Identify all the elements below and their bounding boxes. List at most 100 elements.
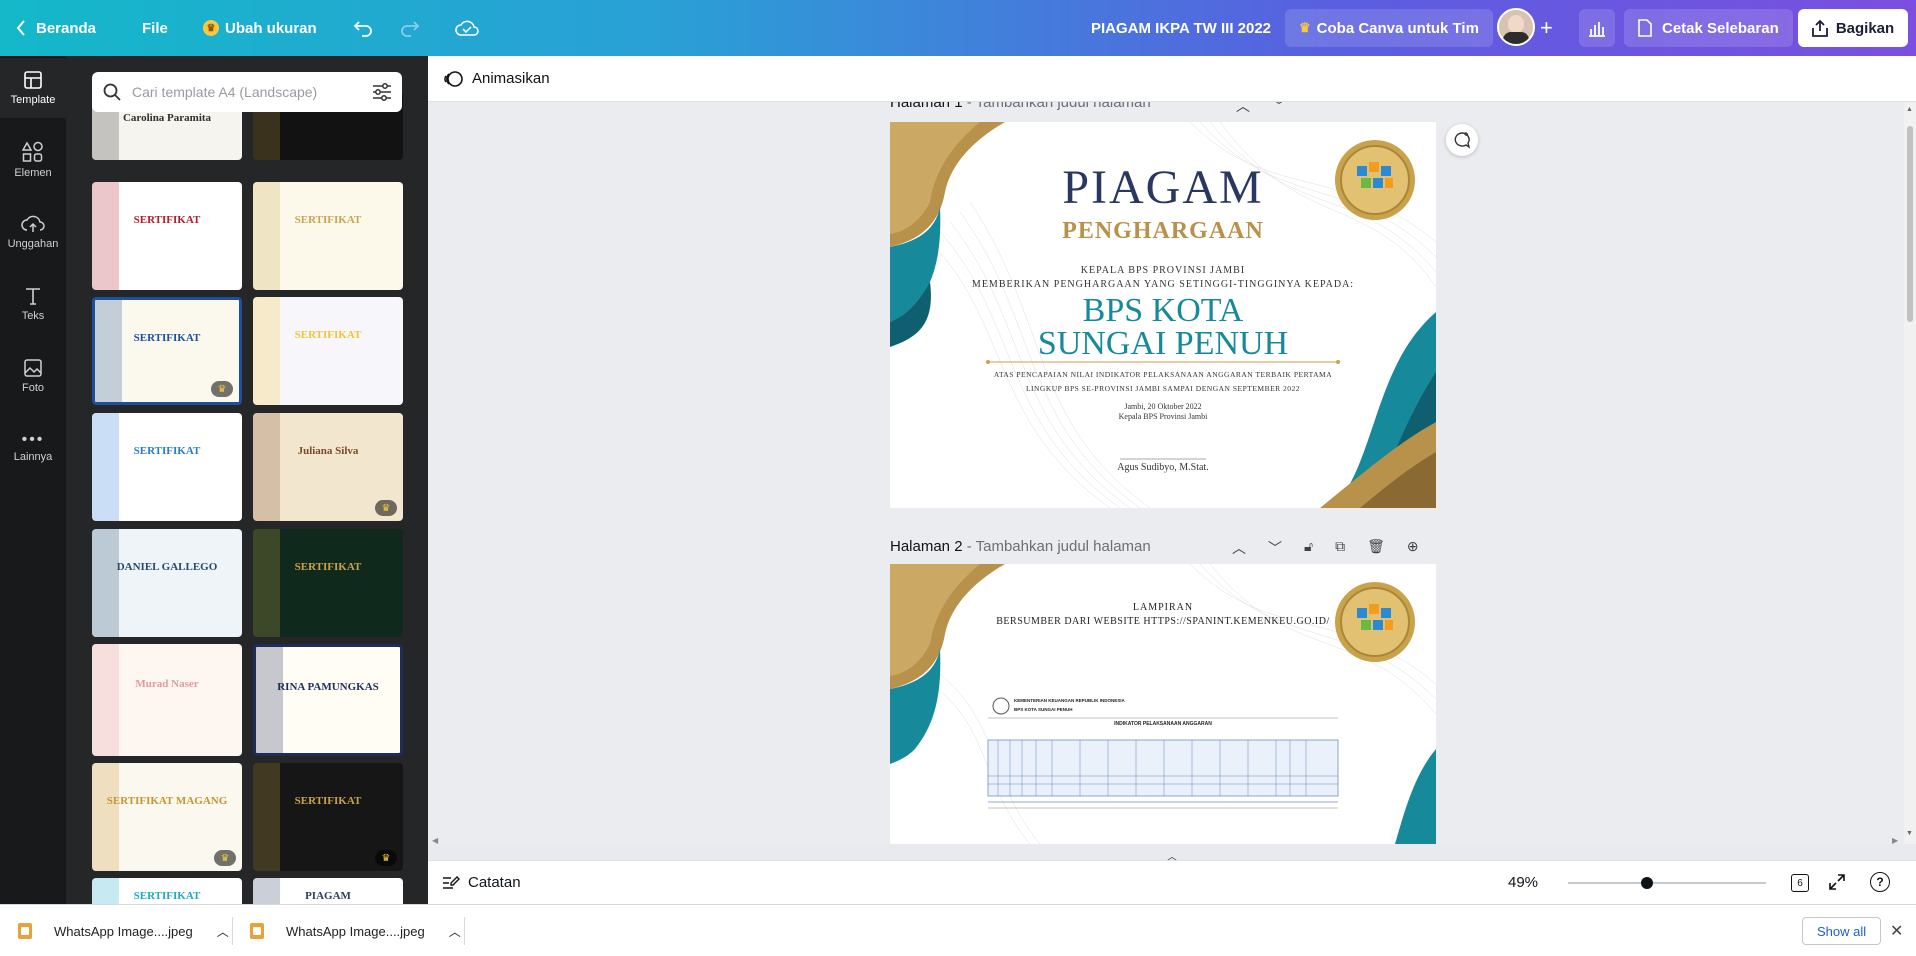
download-divider: [464, 917, 465, 945]
notes-button[interactable]: Catatan: [442, 874, 521, 891]
print-flyers-label: Cetak Selebaran: [1662, 19, 1779, 37]
editor-canvas: Halaman 1 - Tambahkan judul halaman ︿ ﹀: [428, 102, 1904, 844]
rail-item-text[interactable]: Teks: [0, 274, 66, 334]
chevron-up-icon[interactable]: ︿: [449, 923, 461, 940]
page-2-controls: ︿ ﹀ 🔓︎ ⧉ 🗑︎ ⊕: [1232, 538, 1419, 558]
template-title: SERTIFIKAT MAGANG: [106, 795, 228, 808]
zoom-slider-track[interactable]: [1568, 882, 1766, 884]
certificate-description-2: LINGKUP BPS SE-PROVINSI JAMBI SAMPAI DEN…: [1025, 384, 1301, 393]
duplicate-icon[interactable]: ⧉: [1335, 538, 1345, 558]
search-icon: [103, 83, 121, 101]
rail-item-elements[interactable]: Elemen: [0, 130, 66, 190]
template-thumbnail[interactable]: PIAGAM: [253, 878, 403, 904]
trash-icon[interactable]: 🗑︎: [1367, 538, 1385, 558]
rail-item-photos[interactable]: Foto: [0, 346, 66, 406]
print-flyers-button[interactable]: Cetak Selebaran: [1624, 9, 1793, 47]
template-accent: [253, 763, 280, 871]
template-thumbnail[interactable]: SERTIFIKAT: [92, 413, 242, 521]
zoom-slider-thumb[interactable]: [1641, 877, 1654, 889]
template-accent: [92, 644, 119, 756]
certificate-subtitle: PENGHARGAAN: [1062, 218, 1264, 244]
lock-icon[interactable]: 🔓︎: [1304, 538, 1313, 558]
help-button[interactable]: ?: [1870, 872, 1890, 892]
chevron-down-icon[interactable]: ﹀: [1272, 102, 1286, 116]
fullscreen-icon: [1829, 874, 1845, 890]
page-count-button[interactable]: 6: [1791, 874, 1809, 892]
rail-item-uploads[interactable]: Unggahan: [0, 202, 66, 262]
certificate-title: PIAGAM: [1062, 161, 1264, 214]
file-menu-button[interactable]: File: [142, 0, 168, 56]
animate-button[interactable]: Animasikan: [444, 69, 550, 89]
template-thumbnail[interactable]: DANIEL GALLEGO: [92, 529, 242, 637]
chevron-up-icon[interactable]: ︿: [217, 923, 229, 940]
add-member-button[interactable]: +: [1540, 0, 1553, 56]
undo-button[interactable]: [353, 0, 373, 56]
top-bar: Beranda File ♛ Ubah ukuran PIAGAM IKPA T…: [0, 0, 1916, 56]
fullscreen-button[interactable]: [1828, 873, 1846, 896]
resize-button[interactable]: ♛ Ubah ukuran: [203, 0, 317, 56]
file-label: File: [142, 19, 168, 37]
rail-item-label: Elemen: [14, 167, 52, 179]
cloud-upload-icon: [21, 215, 45, 232]
filter-icon[interactable]: [372, 83, 392, 101]
scroll-up-arrow[interactable]: ▲: [1906, 106, 1913, 113]
rail-item-template[interactable]: Template: [0, 58, 66, 118]
template-thumbnail[interactable]: SERTIFIKAT MAGANG ♛: [92, 763, 242, 871]
template-title: SERTIFIKAT: [133, 890, 201, 902]
template-thumbnail[interactable]: SERTIFIKAT: [92, 182, 242, 290]
add-page-icon[interactable]: ⊕: [1407, 538, 1419, 558]
chevron-up-icon[interactable]: ︿: [1236, 102, 1250, 116]
share-button[interactable]: Bagikan: [1798, 9, 1908, 47]
scrollbar-thumb[interactable]: [1907, 126, 1913, 322]
template-thumbnail[interactable]: SERTIFIKAT: [253, 182, 403, 290]
template-thumbnail[interactable]: SERTIFIKAT ♛: [92, 297, 242, 405]
template-icon: [24, 71, 42, 89]
document-title[interactable]: PIAGAM IKPA TW III 2022: [1091, 0, 1271, 56]
template-title: Juliana Silva: [297, 445, 359, 458]
chevron-down-icon[interactable]: ﹀: [1268, 538, 1282, 558]
template-thumbnail[interactable]: SERTIFIKAT: [253, 297, 403, 405]
template-thumbnail[interactable]: SERTIFIKAT: [253, 529, 403, 637]
rail-item-more[interactable]: ••• Lainnya: [0, 418, 66, 478]
template-thumbnail[interactable]: Juliana Silva ♛: [253, 413, 403, 521]
text-icon: [26, 288, 40, 305]
scroll-right-arrow[interactable]: ▶: [1892, 836, 1898, 844]
avatar-face: [1508, 15, 1524, 33]
appendix-table-title: INDIKATOR PELAKSANAAN ANGGARAN: [1114, 721, 1212, 727]
insights-button[interactable]: [1579, 9, 1615, 47]
page-2-title[interactable]: Halaman 2 - Tambahkan judul halaman: [890, 538, 1151, 555]
template-thumbnail[interactable]: SERTIFIKAT: [92, 878, 242, 904]
template-thumbnail[interactable]: Murad Naser: [92, 644, 242, 756]
show-pages-handle[interactable]: ︿: [1162, 848, 1182, 863]
scroll-left-arrow[interactable]: ◀: [432, 836, 438, 844]
redo-button[interactable]: [400, 0, 420, 56]
download-item[interactable]: WhatsApp Image....jpeg ︿: [18, 913, 229, 949]
template-panel: Carolina ParamitaSERTIFIKATSERTIFIKATSER…: [66, 56, 428, 904]
home-button[interactable]: Beranda: [16, 0, 96, 56]
template-thumbnail[interactable]: SERTIFIKAT ♛: [253, 763, 403, 871]
download-item[interactable]: WhatsApp Image....jpeg ︿: [250, 913, 461, 949]
vertical-scrollbar[interactable]: ▲ ▼: [1904, 102, 1916, 844]
template-title: RINA PAMUNGKAS: [277, 680, 379, 693]
zoom-level[interactable]: 49%: [1508, 874, 1538, 891]
avatar[interactable]: [1497, 8, 1535, 46]
rail-item-label: Foto: [21, 382, 44, 394]
signer-name: Agus Sudibyo, M.Stat.: [1117, 462, 1209, 473]
try-teams-button[interactable]: ♛ Coba Canva untuk Tim: [1285, 9, 1493, 47]
template-accent: [92, 763, 119, 871]
close-icon[interactable]: ✕: [1890, 921, 1903, 941]
page-1-certificate[interactable]: PIAGAM PENGHARGAAN KEPALA BPS PROVINSI J…: [890, 122, 1436, 508]
chevron-up-icon[interactable]: ︿: [1232, 538, 1246, 558]
page-1-controls: ︿ ﹀: [1236, 102, 1286, 116]
template-title: SERTIFIKAT: [294, 214, 362, 227]
scroll-down-arrow[interactable]: ▼: [1906, 830, 1913, 837]
page-1-title[interactable]: Halaman 1 - Tambahkan judul halaman: [890, 102, 1151, 111]
saved-status-button[interactable]: [455, 0, 479, 56]
show-all-downloads-button[interactable]: Show all: [1802, 917, 1882, 945]
template-thumbnail[interactable]: RINA PAMUNGKAS: [253, 644, 403, 756]
template-accent: [256, 647, 283, 753]
page-2-appendix[interactable]: LAMPIRAN BERSUMBER DARI WEBSITE HTTPS://…: [890, 564, 1436, 844]
rail-item-label: Teks: [21, 310, 45, 322]
add-comment-button[interactable]: [1446, 124, 1478, 156]
search-input[interactable]: [132, 84, 362, 100]
